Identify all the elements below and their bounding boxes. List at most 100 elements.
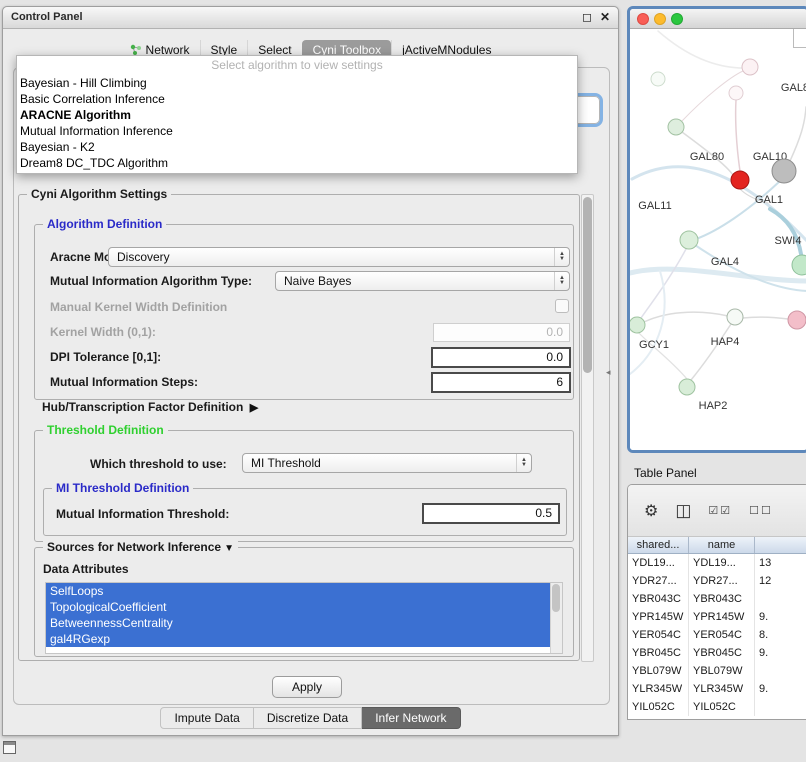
columns-icon[interactable]: ◫ bbox=[675, 501, 691, 521]
table-row[interactable]: YLR345WYLR345W9. bbox=[628, 680, 806, 698]
control-panel-titlebar[interactable]: Control Panel ◻ ✕ bbox=[3, 7, 618, 29]
close-traffic-light-icon[interactable] bbox=[637, 13, 649, 25]
splitter-handle[interactable]: ◂ bbox=[606, 367, 611, 378]
network-node-gcy1[interactable] bbox=[630, 317, 645, 333]
attributes-list-scrollbar[interactable] bbox=[550, 583, 562, 653]
dropdown-placeholder: Select algorithm to view settings bbox=[17, 56, 577, 75]
minimize-traffic-light-icon[interactable] bbox=[654, 13, 666, 25]
table-row[interactable]: YER054CYER054C8. bbox=[628, 626, 806, 644]
scrollbar-thumb[interactable] bbox=[583, 197, 592, 373]
algorithm-option-bayesian-k2[interactable]: Bayesian - K2 bbox=[17, 139, 577, 155]
data-attribute-item[interactable]: TopologicalCoefficient bbox=[46, 599, 550, 615]
table-cell: YBL079W bbox=[628, 662, 689, 680]
hub-transcription-factor-section[interactable]: Hub/Transcription Factor Definition ▶ bbox=[42, 400, 258, 414]
network-node-gal80[interactable] bbox=[668, 119, 684, 135]
table-row[interactable]: YPR145WYPR145W9. bbox=[628, 608, 806, 626]
algorithm-option-bayesian-hill-climbing[interactable]: Bayesian - Hill Climbing bbox=[17, 75, 577, 91]
algorithm-option-aracne-algorithm[interactable]: ARACNE Algorithm bbox=[17, 107, 577, 123]
network-edge[interactable] bbox=[692, 243, 806, 291]
network-window-titlebar[interactable] bbox=[630, 9, 806, 29]
manual-kernel-checkbox[interactable] bbox=[555, 299, 569, 313]
column-header[interactable] bbox=[755, 537, 806, 553]
kernel-width-field[interactable]: 0.0 bbox=[433, 323, 570, 342]
apply-button[interactable]: Apply bbox=[272, 676, 342, 698]
float-panel-icon[interactable]: ◻ bbox=[582, 10, 592, 24]
network-edge[interactable] bbox=[658, 31, 748, 68]
tab-discretize-data[interactable]: Discretize Data bbox=[254, 707, 362, 729]
pink-node[interactable] bbox=[788, 311, 806, 329]
algorithm-option-dream8-dc-tdc-algorithm[interactable]: Dream8 DC_TDC Algorithm bbox=[17, 155, 577, 171]
column-header[interactable]: shared... bbox=[628, 537, 689, 553]
table-row[interactable]: YDR27...YDR27...12 bbox=[628, 572, 806, 590]
network-node[interactable] bbox=[651, 72, 665, 86]
network-node-hap2[interactable] bbox=[679, 379, 695, 395]
mi-threshold-label: Mutual Information Threshold: bbox=[56, 507, 229, 521]
algorithm-option-mutual-information-inference[interactable]: Mutual Information Inference bbox=[17, 123, 577, 139]
data-attribute-item[interactable]: BetweennessCentrality bbox=[46, 615, 550, 631]
mi-steps-field[interactable]: 6 bbox=[431, 372, 571, 393]
data-attribute-item[interactable]: SelfLoops bbox=[46, 583, 550, 599]
network-node-gal4[interactable] bbox=[680, 231, 698, 249]
hub-section-label: Hub/Transcription Factor Definition bbox=[42, 400, 243, 414]
table-row[interactable]: YBR043CYBR043C bbox=[628, 590, 806, 608]
window-title: Control Panel bbox=[11, 11, 83, 23]
kernel-width-label: Kernel Width (0,1): bbox=[50, 325, 156, 339]
aracne-mode-select[interactable]: Discovery ▲▼ bbox=[108, 247, 570, 267]
network-node-hap4[interactable] bbox=[727, 309, 743, 325]
table-cell: 9. bbox=[755, 608, 806, 626]
gear-icon[interactable]: ⚙ bbox=[644, 501, 658, 521]
network-node[interactable] bbox=[729, 86, 743, 100]
collapse-triangle-icon[interactable]: ▼ bbox=[224, 543, 234, 554]
tab-impute-data[interactable]: Impute Data bbox=[160, 707, 253, 729]
table-cell: YLR345W bbox=[689, 680, 755, 698]
network-edge[interactable] bbox=[790, 107, 806, 161]
network-edge[interactable] bbox=[644, 312, 728, 322]
select-all-checkboxes-icon[interactable]: ☑☑ bbox=[708, 504, 732, 517]
network-edge[interactable] bbox=[691, 324, 731, 380]
node-label-hap2: HAP2 bbox=[699, 400, 728, 412]
dpi-tolerance-label: DPI Tolerance [0,1]: bbox=[50, 350, 161, 364]
network-edge[interactable] bbox=[743, 317, 788, 319]
network-graph[interactable]: GAL8GAL80GAL10GAL11GAL1GAL4SWI4GCY1HAP4H… bbox=[630, 29, 806, 453]
table-panel-title: Table Panel bbox=[634, 466, 697, 480]
threshold-select[interactable]: MI Threshold ▲▼ bbox=[242, 453, 532, 473]
network-scroll-corner[interactable] bbox=[793, 29, 806, 48]
settings-scrollbar[interactable] bbox=[581, 194, 594, 662]
table-cell: YBR045C bbox=[689, 644, 755, 662]
data-attribute-item[interactable]: gal4RGexp bbox=[46, 631, 550, 647]
network-node[interactable] bbox=[742, 59, 758, 75]
table-cell: 9. bbox=[755, 644, 806, 662]
network-canvas[interactable]: GAL8GAL80GAL10GAL11GAL1GAL4SWI4GCY1HAP4H… bbox=[630, 29, 806, 450]
combo-arrows-icon: ▲▼ bbox=[554, 272, 569, 290]
algorithm-option-basic-correlation-inference[interactable]: Basic Correlation Inference bbox=[17, 91, 577, 107]
zoom-traffic-light-icon[interactable] bbox=[671, 13, 683, 25]
network-edge[interactable] bbox=[630, 269, 806, 281]
network-node[interactable] bbox=[792, 255, 806, 275]
expand-triangle-icon[interactable]: ▶ bbox=[250, 402, 258, 414]
node-label-gal11: GAL11 bbox=[638, 200, 671, 212]
network-edge[interactable] bbox=[736, 100, 740, 171]
data-attributes-list[interactable]: SelfLoopsTopologicalCoefficientBetweenne… bbox=[45, 582, 563, 654]
dpi-tolerance-field[interactable]: 0.0 bbox=[431, 347, 571, 368]
mi-type-select[interactable]: Naive Bayes ▲▼ bbox=[275, 271, 570, 291]
mi-type-value: Naive Bayes bbox=[284, 274, 351, 288]
table-row[interactable]: YBL079WYBL079W bbox=[628, 662, 806, 680]
sources-group: Sources for Network Inference▼ Data Attr… bbox=[34, 547, 574, 657]
deselect-all-checkboxes-icon[interactable]: ☐☐ bbox=[749, 504, 773, 517]
mi-threshold-field[interactable]: 0.5 bbox=[422, 503, 560, 524]
table-row[interactable]: YBR045CYBR045C9. bbox=[628, 644, 806, 662]
table-cell: YER054C bbox=[628, 626, 689, 644]
node-label-gcy1: GCY1 bbox=[639, 339, 669, 351]
table-cell bbox=[755, 590, 806, 608]
tab-infer-network[interactable]: Infer Network bbox=[362, 707, 460, 729]
table-row[interactable]: YDL19...YDL19...13 bbox=[628, 554, 806, 572]
network-edge[interactable] bbox=[696, 181, 780, 239]
node-label-gal8: GAL8 bbox=[781, 82, 806, 94]
close-panel-icon[interactable]: ✕ bbox=[600, 10, 610, 24]
table-row[interactable]: YIL052CYIL052C bbox=[628, 698, 806, 716]
column-header[interactable]: name bbox=[689, 537, 755, 553]
gray-node[interactable] bbox=[772, 159, 796, 183]
red-node[interactable] bbox=[731, 171, 749, 189]
restore-panel-icon[interactable] bbox=[3, 741, 16, 754]
table-cell: YER054C bbox=[689, 626, 755, 644]
